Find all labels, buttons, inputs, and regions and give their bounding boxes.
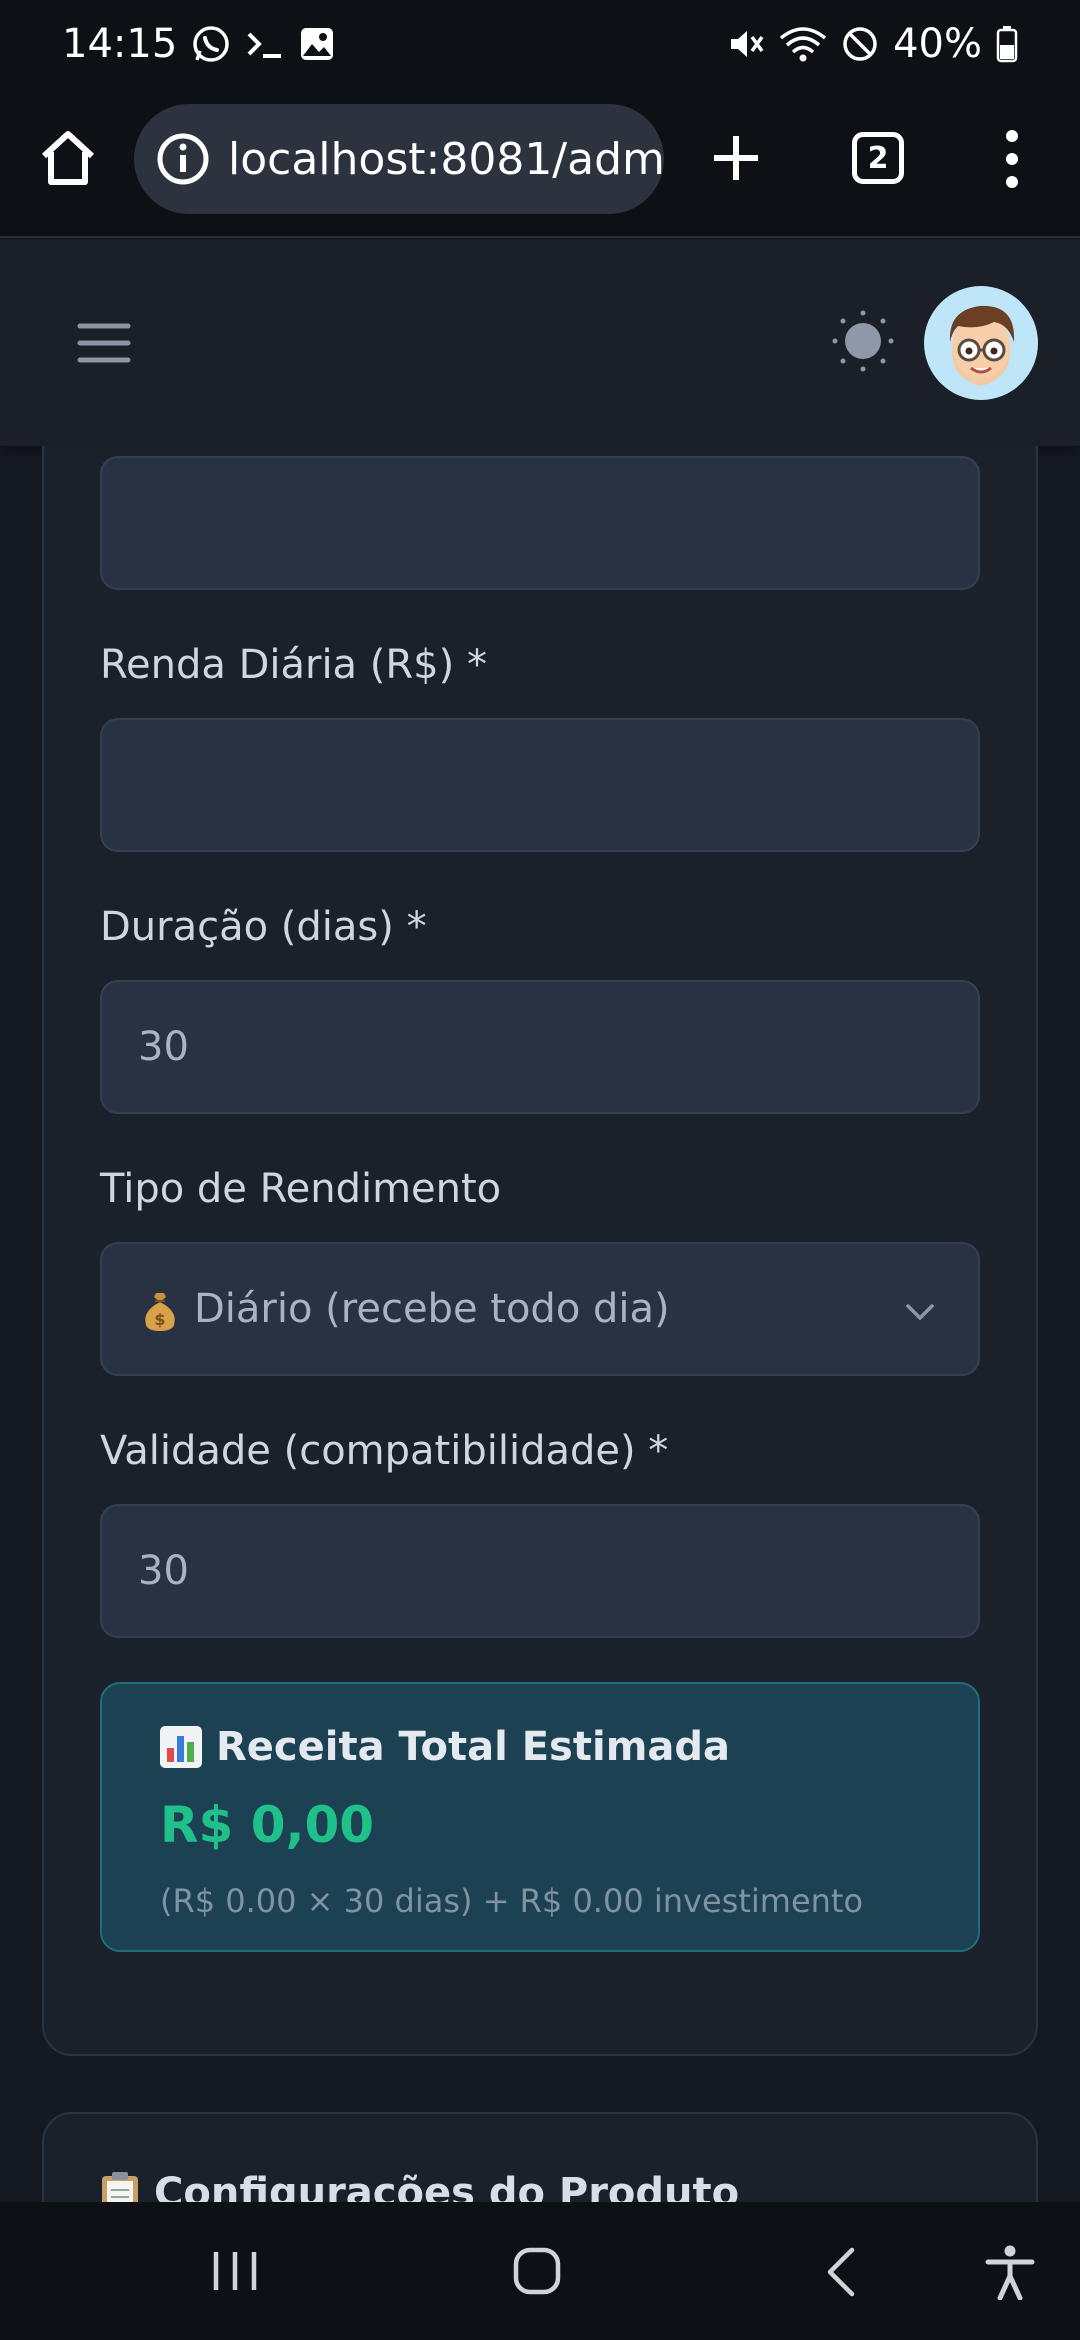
validity-input[interactable]: 30 [100, 1504, 980, 1638]
chevron-down-icon [906, 1304, 934, 1320]
validity-value: 30 [138, 1548, 189, 1594]
estimated-revenue-value: R$ 0,00 [160, 1796, 375, 1854]
new-tab-icon[interactable] [704, 126, 768, 190]
money-bag-icon: $ [145, 1293, 175, 1331]
yield-type-value: Diário (recebe todo dia) [194, 1286, 670, 1332]
mute-icon [727, 25, 765, 63]
status-bar: 14:15 40% [0, 0, 1080, 88]
address-bar[interactable]: localhost:8081/adm [134, 104, 664, 214]
user-avatar[interactable] [924, 286, 1038, 400]
daily-income-input[interactable] [100, 718, 980, 852]
theme-toggle-sun-icon[interactable] [830, 308, 896, 374]
estimated-revenue-box: Receita Total Estimada R$ 0,00 (R$ 0.00 … [100, 1682, 980, 1952]
app-header [0, 240, 1080, 446]
clipboard-icon [102, 2172, 138, 2202]
validity-label: Validade (compatibilidade) * [100, 1428, 669, 1474]
more-menu-icon[interactable] [992, 124, 1032, 194]
status-time: 14:15 [62, 21, 178, 67]
terminal-icon [245, 24, 285, 64]
whatsapp-icon [191, 24, 231, 64]
product-settings-title: Configurações do Produto [154, 2170, 740, 2202]
screen: 14:15 40% localhost:8081/adm 2 Renda Diá… [0, 0, 1080, 2340]
estimated-revenue-formula: (R$ 0.00 × 30 dias) + R$ 0.00 investimen… [160, 1882, 864, 1920]
browser-toolbar: localhost:8081/adm 2 [0, 88, 1080, 238]
menu-hamburger-icon[interactable] [76, 320, 132, 366]
home-button-icon[interactable] [512, 2246, 562, 2296]
do-not-disturb-icon [841, 25, 879, 63]
estimated-revenue-title: Receita Total Estimada [216, 1724, 730, 1770]
product-settings-title-row: Configurações do Produto [100, 2170, 739, 2202]
duration-value: 30 [138, 1024, 189, 1070]
product-settings-card: Configurações do Produto [42, 2112, 1038, 2202]
tab-count: 2 [867, 140, 889, 176]
investment-field[interactable] [100, 456, 980, 590]
estimated-revenue-title-row: Receita Total Estimada [158, 1724, 730, 1770]
system-navigation-bar [0, 2202, 1080, 2340]
yield-type-select[interactable]: $ Diário (recebe todo dia) [100, 1242, 980, 1376]
accessibility-icon[interactable] [984, 2244, 1036, 2301]
battery-icon [996, 25, 1018, 63]
url-text[interactable]: localhost:8081/adm [228, 134, 664, 185]
yield-type-label: Tipo de Rendimento [100, 1166, 502, 1212]
wifi-icon [779, 24, 827, 64]
home-icon[interactable] [36, 126, 100, 190]
daily-income-label: Renda Diária (R$) * [100, 642, 487, 688]
gallery-icon [299, 26, 335, 62]
site-info-icon[interactable] [156, 132, 210, 186]
tab-switcher-button[interactable]: 2 [852, 132, 904, 184]
duration-label: Duração (dias) * [100, 904, 427, 950]
main-content: Renda Diária (R$) * Duração (dias) * 30 … [0, 446, 1080, 2202]
back-icon[interactable] [822, 2246, 862, 2298]
recent-apps-icon[interactable] [210, 2248, 260, 2294]
svg-text:$: $ [154, 1310, 165, 1329]
duration-input[interactable]: 30 [100, 980, 980, 1114]
battery-percent: 40% [893, 21, 982, 67]
bar-chart-icon [160, 1726, 202, 1768]
